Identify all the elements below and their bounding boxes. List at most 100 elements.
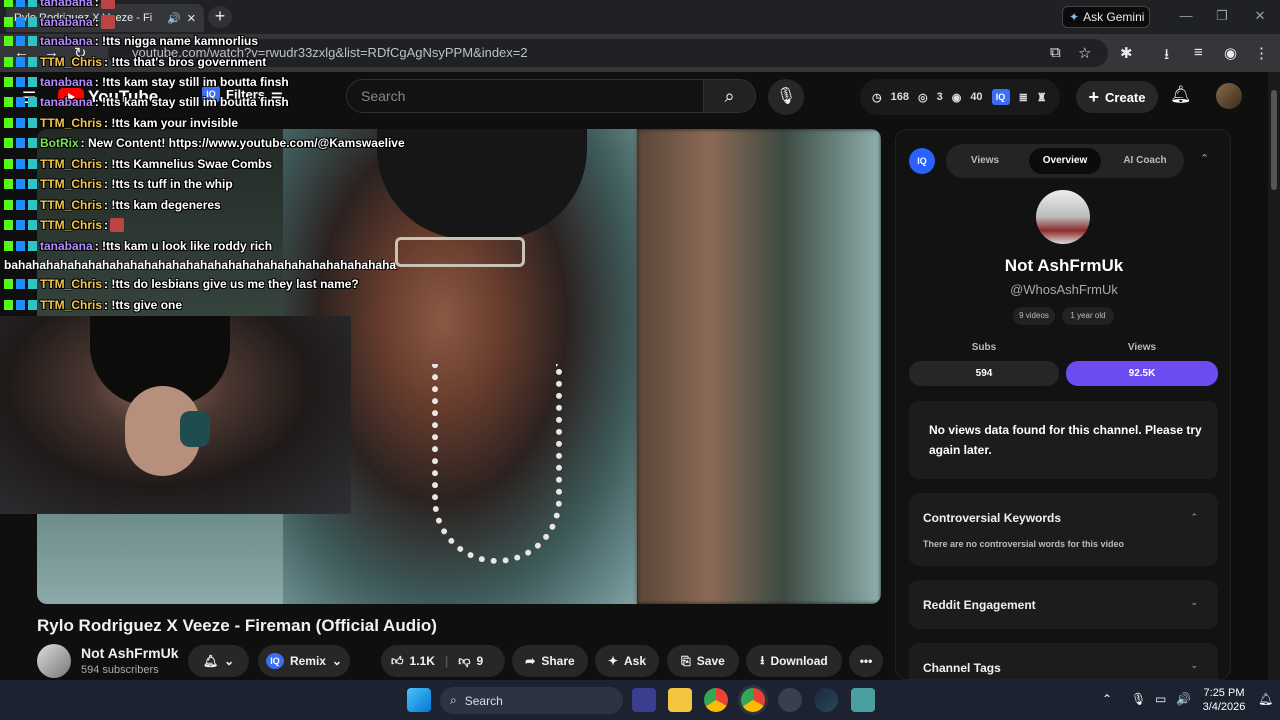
chat-emote-icon <box>100 0 115 9</box>
chevron-down-icon[interactable]: ⌄ <box>1190 660 1198 671</box>
maximize-icon[interactable]: ❐ <box>1212 8 1232 24</box>
list-icon[interactable]: ≣ <box>1019 91 1028 104</box>
voice-search-button[interactable]: 🎙 <box>768 79 804 115</box>
windows-start-icon[interactable] <box>407 688 431 712</box>
iq-icon[interactable]: IQ <box>991 89 1010 105</box>
search-input[interactable]: Search <box>346 79 704 113</box>
chat-message: : !tts kam u look like roddy rich <box>94 239 273 253</box>
tab-views[interactable]: Views <box>954 148 1016 174</box>
download-button[interactable]: ⭳ Download <box>746 645 842 677</box>
remix-button[interactable]: IQ Remix ⌄ <box>258 645 350 677</box>
download-label: Download <box>770 654 828 668</box>
notification-center-icon[interactable]: 🔔︎ <box>1258 692 1273 706</box>
windows-taskbar: ⌕ Search ⌃ 🎙 ▭ 🔊 7:25 PM 3/4/2026 🔔︎ <box>0 680 1280 720</box>
chat-message: : !tts ts tuff in the whip <box>104 177 233 191</box>
file-explorer-icon[interactable] <box>668 688 692 712</box>
chat-line: BotRix: New Content! https://www.youtube… <box>4 136 405 150</box>
reddit-engagement-card[interactable]: Reddit Engagement ⌄ <box>909 580 1218 629</box>
chrome-active-icon[interactable] <box>741 688 765 712</box>
vidiq-logo-icon[interactable]: IQ <box>909 148 935 174</box>
chat-emote-icon <box>100 15 115 29</box>
bookmark-star-icon[interactable]: ☆ <box>1078 44 1091 62</box>
like-button[interactable]: 👍︎ 1.1K <box>391 654 435 669</box>
channel-name[interactable]: Not AshFrmUk <box>81 645 179 661</box>
tab-overview[interactable]: Overview <box>1029 148 1101 174</box>
iq-icon: IQ <box>265 653 284 669</box>
trophy-icon[interactable]: ♜ <box>1037 91 1047 104</box>
video-glasses <box>395 237 525 267</box>
profile-icon[interactable]: ◉ <box>1224 44 1237 62</box>
chat-emote-icon <box>110 218 125 232</box>
stat-clock-value: 168 <box>890 91 909 103</box>
search-button[interactable]: ⌕ <box>703 79 756 113</box>
chat-line: TTM_Chris: !tts give one <box>4 298 182 312</box>
volume-tray-icon[interactable]: 🔊 <box>1176 692 1191 706</box>
taskbar-clock[interactable]: 7:25 PM 3/4/2026 <box>1198 686 1250 714</box>
scrollbar-thumb[interactable] <box>1271 90 1277 190</box>
sparkle-icon: ✦ <box>1069 10 1080 24</box>
app-icon[interactable] <box>778 688 802 712</box>
chevron-down-icon[interactable]: ⌄ <box>1190 597 1198 608</box>
thumbs-up-icon: 👍︎ <box>391 653 404 668</box>
sparkle-icon: ✦ <box>607 654 619 668</box>
page-scrollbar[interactable] <box>1268 72 1280 680</box>
collapse-chevron-up-icon[interactable]: ⌃ <box>1200 152 1209 165</box>
close-window-icon[interactable]: ✕ <box>1250 8 1270 24</box>
controversial-keywords-body: There are no controversial words for thi… <box>923 539 1125 549</box>
panel-channel-handle: @WhosAshFrmUk <box>1010 282 1118 297</box>
channel-avatar[interactable] <box>37 644 71 678</box>
chat-line: TTM_Chris: !tts do lesbians give us me t… <box>4 277 359 291</box>
chat-username: TTM_Chris <box>40 218 103 232</box>
chat-message-continuation: bahahahahahahahahahahahahahahahahahahaha… <box>4 258 397 272</box>
views-value[interactable]: 92.5K <box>1066 361 1218 386</box>
chat-line: tanabana: !tts kam stay still im boutta … <box>4 95 289 109</box>
save-button[interactable]: ⎘ Save <box>667 645 739 677</box>
moderator-badge-icon <box>16 118 25 128</box>
media-control-icon[interactable]: ≡ <box>1194 44 1203 61</box>
chat-message: : !tts kam your invisible <box>104 116 239 130</box>
ask-gemini-button[interactable]: ✦ Ask Gemini <box>1062 6 1150 28</box>
chevron-up-icon[interactable]: ⌃ <box>1102 692 1112 706</box>
channel-tags-card[interactable]: Channel Tags ⌄ <box>909 643 1218 679</box>
subscriber-count: 594 subscribers <box>81 664 159 676</box>
chat-line: TTM_Chris: !tts ts tuff in the whip <box>4 177 233 191</box>
mic-icon: 🎙 <box>775 88 797 105</box>
notifications-bell-icon[interactable]: 🔔︎ <box>1170 85 1192 105</box>
chevron-down-icon: ⌄ <box>224 654 235 668</box>
extensions-icon[interactable]: ✱ <box>1120 44 1133 62</box>
display-tray-icon[interactable]: ▭ <box>1155 692 1166 706</box>
more-actions-button[interactable]: ••• <box>849 645 883 677</box>
thumbs-down-icon: 👎︎ <box>458 653 471 668</box>
taskbar-search[interactable]: ⌕ Search <box>440 687 623 714</box>
chat-message: : !tts do lesbians give us me they last … <box>104 277 359 291</box>
downloads-icon[interactable]: ⭳ <box>1164 44 1169 69</box>
mic-tray-icon[interactable]: 🎙 <box>1131 692 1146 706</box>
create-button[interactable]: + Create <box>1076 81 1158 113</box>
notification-subscribe-button[interactable]: 🔔︎ ⌄ <box>188 645 249 677</box>
moderator-badge-icon <box>16 17 25 27</box>
create-label: Create <box>1105 89 1146 105</box>
layers-icon: ◎ <box>917 91 928 104</box>
steam-icon[interactable] <box>814 688 838 712</box>
chat-username: tanabana <box>40 75 93 89</box>
search-icon: ⌕ <box>724 86 735 106</box>
chevron-up-icon[interactable]: ⌃ <box>1190 512 1198 523</box>
store-icon[interactable] <box>632 688 656 712</box>
ask-button[interactable]: ✦ Ask <box>595 645 659 677</box>
kick-badge-icon <box>4 0 13 7</box>
share-button[interactable]: ➦ Share <box>512 645 588 677</box>
subs-value[interactable]: 594 <box>909 361 1059 386</box>
cast-icon[interactable]: ⧉ <box>1050 44 1061 61</box>
tab-ai-coach[interactable]: AI Coach <box>1112 148 1178 174</box>
chat-username: tanabana <box>40 239 93 253</box>
notepad-icon[interactable] <box>851 688 875 712</box>
chat-message: : <box>94 0 99 9</box>
controversial-keywords-card[interactable]: Controversial Keywords ⌃ There are no co… <box>909 493 1218 566</box>
moderator-badge-icon <box>16 36 25 46</box>
vidiq-stats-bar[interactable]: ◷ 168 ◎ 3 ◉ 40 IQ ≣ ♜ <box>860 79 1060 115</box>
minimize-icon[interactable]: — <box>1176 8 1196 23</box>
account-avatar[interactable] <box>1216 83 1242 109</box>
browser-menu-icon[interactable]: ⋮ <box>1254 44 1269 62</box>
dislike-button[interactable]: 👎︎ 9 <box>458 654 483 669</box>
chrome-icon[interactable] <box>704 688 728 712</box>
